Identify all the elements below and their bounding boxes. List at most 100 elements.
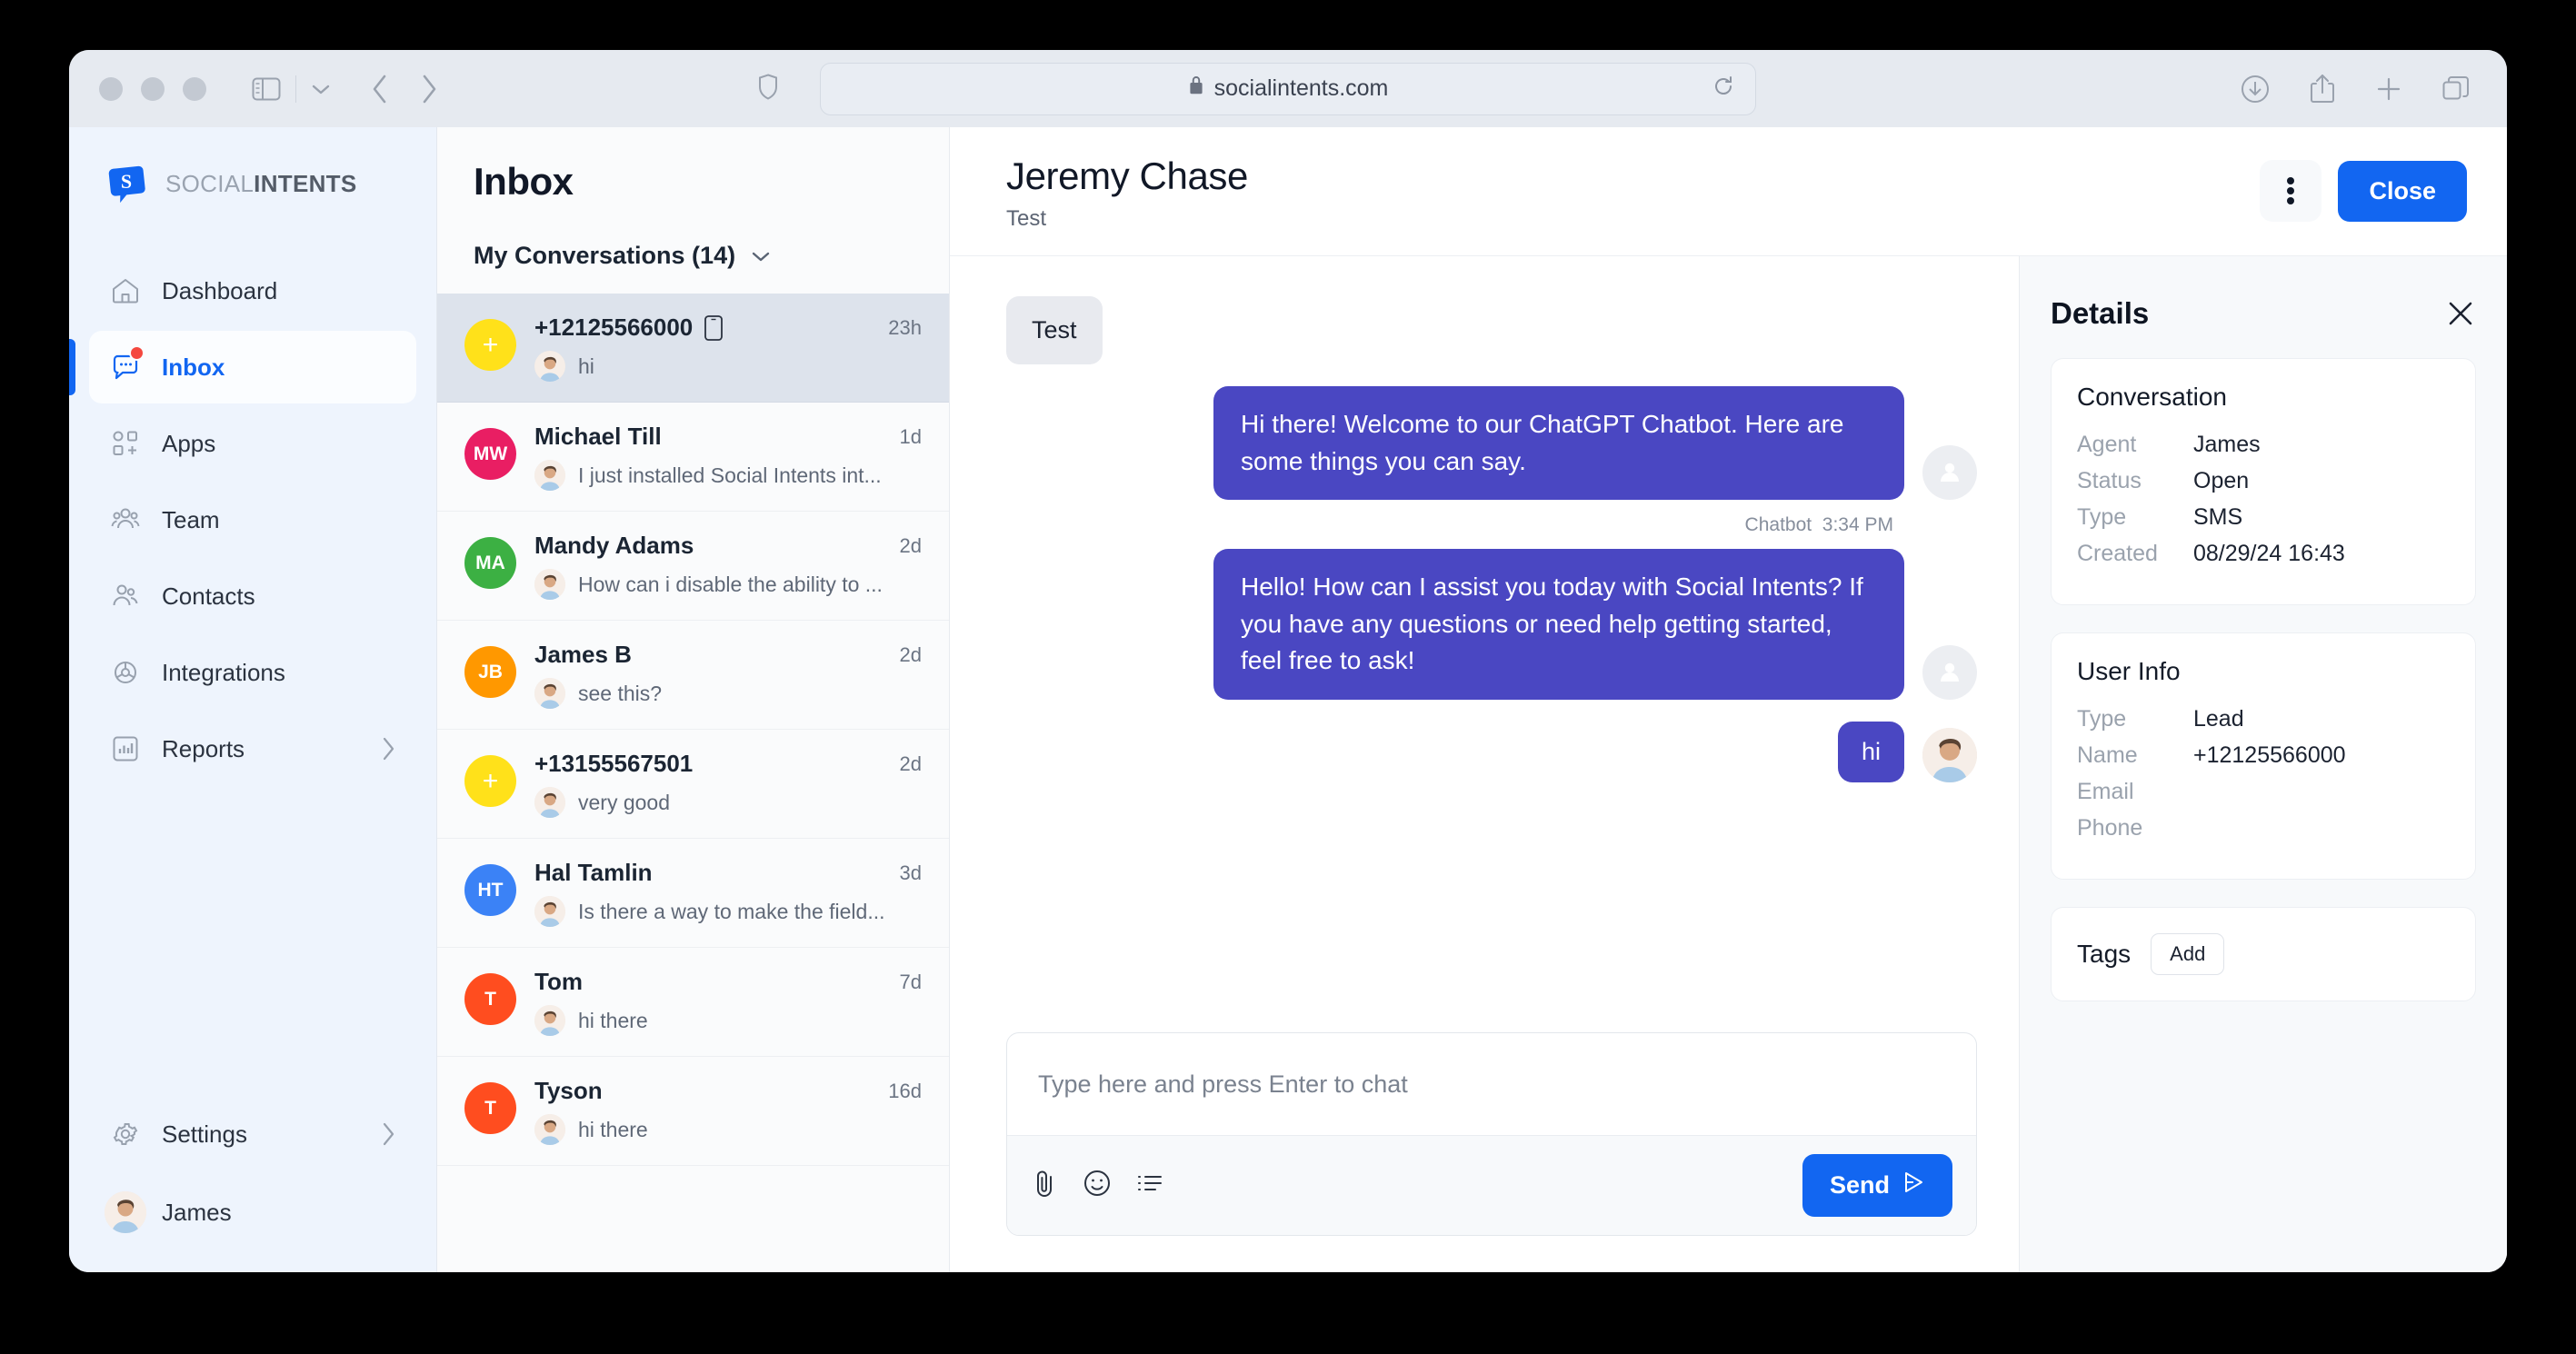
conversation-timestamp: 16d [888,1079,922,1102]
chevron-down-icon [750,249,772,264]
detail-row: Name +12125566000 [2077,742,2450,769]
conversation-list-item[interactable]: HT Hal Tamlin 3d Is there a way to make the… [437,839,949,948]
sidebar-item-dashboard[interactable]: Dashboard [89,254,416,327]
sidebar-item-settings[interactable]: Settings [89,1098,416,1170]
brand-wordmark: SOCIALINTENTS [165,170,357,198]
conversation-preview-text: I just installed Social Intents int... [578,463,882,487]
chevron-right-icon [380,735,396,762]
sidebar-item-team[interactable]: Team [89,483,416,556]
conversation-list-item[interactable]: + +13155567501 2d very good [437,730,949,839]
conversations-filter-dropdown[interactable]: My Conversations (14) [474,242,913,270]
conversation-item-top-line: Mandy Adams 2d [534,532,922,560]
sidebar-toggle-icon[interactable] [252,76,281,102]
sidebar-item-inbox[interactable]: Inbox [69,331,416,403]
detail-row: Type SMS [2077,504,2450,531]
sidebar-item-label: Dashboard [162,276,278,304]
close-x-icon[interactable] [2445,298,2476,329]
conversation-list-item[interactable]: JB James B 2d see this? [437,621,949,730]
conversation-list-item[interactable]: MW Michael Till 1d I just installed Social … [437,403,949,512]
gear-cog-icon [109,656,142,689]
message-row-visitor: Test [1006,296,1977,364]
socialintents-logo-icon: S [107,162,151,205]
tab-overview-icon[interactable] [2441,75,2471,104]
minimize-window-button[interactable] [141,76,165,101]
share-icon[interactable] [2309,73,2336,105]
generic-person-avatar-icon [1922,644,1977,700]
url-host: socialintents.com [1213,75,1389,101]
toolbar-divider [295,75,296,103]
detail-key: Phone [2077,815,2143,841]
brand-logo[interactable]: S SOCIALINTENTS [69,147,436,205]
sidebar-item-label: Settings [162,1120,247,1148]
details-panel: Details Conversation Agent James Status [2019,256,2507,1272]
sidebar-item-apps[interactable]: Apps [89,407,416,480]
conversation-item-body: James B 2d see this? [534,641,922,709]
detail-value: James [2193,432,2261,457]
conversation-item-top-line: James B 2d [534,641,922,669]
send-button[interactable]: Send [1802,1154,1952,1217]
detail-value: SMS [2193,504,2243,530]
message-sender: Chatbot [1744,514,1812,536]
conversation-avatar: MW [464,428,516,480]
conversation-timestamp: 7d [899,970,922,993]
sidebar-item-reports[interactable]: Reports [89,712,416,785]
conversation-list-item[interactable]: + +12125566000 23h hi [437,294,949,403]
shield-icon[interactable] [758,73,778,105]
conversation-avatar: HT [464,864,516,916]
download-icon[interactable] [2240,74,2271,105]
left-navigation-sidebar: S SOCIALINTENTS Dashboard Inbox Apps Tea… [69,127,436,1272]
url-bar-wrap: socialintents.com [759,62,1756,115]
bar-chart-icon [109,732,142,765]
agent-mini-avatar [534,460,565,491]
conversation-list-item[interactable]: T Tom 7d hi there [437,948,949,1057]
avatar [105,1191,146,1233]
detail-row: Agent James [2077,432,2450,458]
more-vertical-icon[interactable] [2260,160,2322,222]
address-bar[interactable]: socialintents.com [820,62,1756,115]
sidebar-item-label: Integrations [162,658,285,686]
browser-toolbar: socialintents.com [69,50,2507,127]
sidebar-item-label: Apps [162,429,216,457]
add-tag-button[interactable]: Add [2151,933,2225,975]
conversation-list[interactable]: + +12125566000 23h hi MW Michael Till 1d I just… [437,294,949,1272]
plus-icon[interactable] [2374,75,2403,104]
card-title: Conversation [2077,383,2227,411]
agent-mini-avatar [534,678,565,709]
conversation-item-body: Hal Tamlin 3d Is there a way to make the f… [534,859,922,927]
conversation-item-preview-line: How can i disable the ability to ... [534,569,922,600]
detail-value: +12125566000 [2193,742,2346,768]
message-input[interactable]: Type here and press Enter to chat [1007,1033,1976,1135]
paperclip-icon[interactable] [1031,1169,1058,1202]
back-chevron-icon[interactable] [371,74,389,105]
conversation-name: +13155567501 [534,750,694,777]
forward-chevron-icon[interactable] [420,74,438,105]
apps-grid-plus-icon [109,427,142,460]
browser-toolbar-right [2240,73,2471,105]
conversation-list-item[interactable]: T Tyson 16d hi there [437,1057,949,1166]
conversation-list-item[interactable]: MA Mandy Adams 2d How can i disable the abi… [437,512,949,621]
list-lines-icon[interactable] [1136,1170,1163,1200]
conversation-item-top-line: Tyson 16d [534,1077,922,1105]
conversation-item-preview-line: I just installed Social Intents int... [534,460,922,491]
chevron-down-icon[interactable] [311,83,331,95]
sidebar-item-label: Reports [162,734,245,762]
smiley-face-icon[interactable] [1083,1170,1111,1201]
sidebar-user-profile[interactable]: James [89,1176,416,1249]
conversation-name: Tyson [534,1077,603,1104]
detail-key: Email [2077,779,2134,804]
sidebar-item-contacts[interactable]: Contacts [89,560,416,632]
close-conversation-button[interactable]: Close [2338,160,2467,222]
home-icon [109,274,142,307]
browser-window: socialintents.com S SOCIALINTENTS Dashbo… [69,50,2507,1272]
detail-value: Open [2193,468,2250,493]
reload-icon[interactable] [1712,75,1735,103]
page-title: Inbox [474,160,574,203]
user-info-card: User Info Type Lead Name +12125566000 Em… [2051,632,2476,880]
conversation-item-preview-line: hi [534,351,922,382]
sidebar-item-integrations[interactable]: Integrations [89,636,416,709]
close-window-button[interactable] [99,76,123,101]
conversation-preview-text: Is there a way to make the field... [578,899,885,923]
maximize-window-button[interactable] [183,76,206,101]
detail-row: Created 08/29/24 16:43 [2077,541,2450,567]
conversation-item-preview-line: hi there [534,1005,922,1036]
